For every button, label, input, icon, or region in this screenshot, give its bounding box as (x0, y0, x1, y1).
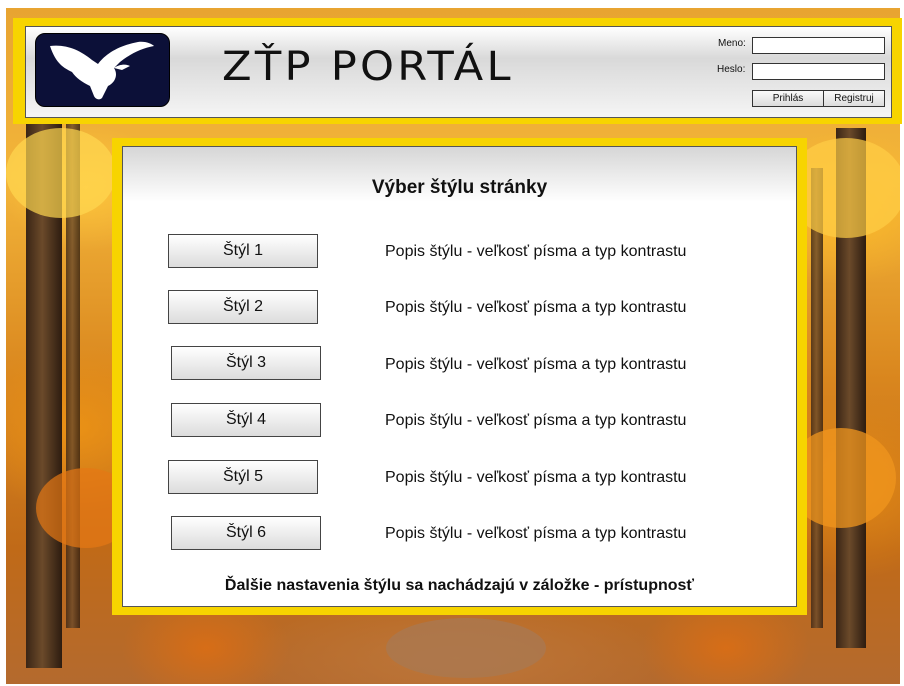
accessibility-note: Ďalšie nastavenia štýlu sa nachádzajú v … (224, 577, 695, 594)
style-4-description: Popis štýlu - veľkosť písma a typ kontra… (385, 412, 687, 429)
style-3-button[interactable]: Štýl 3 (171, 346, 321, 380)
register-button[interactable]: Registruj (823, 90, 885, 107)
logo[interactable] (35, 33, 170, 107)
main-panel-frame: Výber štýlu stránky Štýl 1 Popis štýlu -… (112, 138, 807, 615)
password-input[interactable] (752, 63, 885, 80)
style-1-button[interactable]: Štýl 1 (168, 234, 318, 268)
style-5-button[interactable]: Štýl 5 (168, 460, 318, 494)
style-5-description: Popis štýlu - veľkosť písma a typ kontra… (385, 469, 687, 486)
username-input[interactable] (752, 37, 885, 54)
forest-path (386, 618, 546, 678)
style-6-description: Popis štýlu - veľkosť písma a typ kontra… (385, 525, 687, 542)
login-button[interactable]: Prihlás (752, 90, 824, 107)
style-4-button[interactable]: Štýl 4 (171, 403, 321, 437)
style-6-button[interactable]: Štýl 6 (171, 516, 321, 550)
style-2-description: Popis štýlu - veľkosť písma a typ kontra… (385, 299, 687, 316)
page-title: Výber štýlu stránky (371, 177, 548, 198)
header-frame: ZŤP PORTÁL Meno: Heslo: Prihlás Registru… (13, 18, 902, 124)
site-title: ZŤP PORTÁL (222, 44, 514, 90)
foliage (6, 128, 116, 218)
dove-icon (50, 41, 154, 100)
tree-trunk (811, 168, 823, 628)
password-label: Heslo: (717, 64, 746, 75)
style-1-description: Popis štýlu - veľkosť písma a typ kontra… (385, 243, 687, 260)
style-3-description: Popis štýlu - veľkosť písma a typ kontra… (385, 356, 687, 373)
style-2-button[interactable]: Štýl 2 (168, 290, 318, 324)
header-bar: ZŤP PORTÁL Meno: Heslo: Prihlás Registru… (25, 26, 892, 118)
style-selection-panel: Výber štýlu stránky Štýl 1 Popis štýlu -… (122, 146, 797, 607)
username-label: Meno: (718, 38, 746, 49)
